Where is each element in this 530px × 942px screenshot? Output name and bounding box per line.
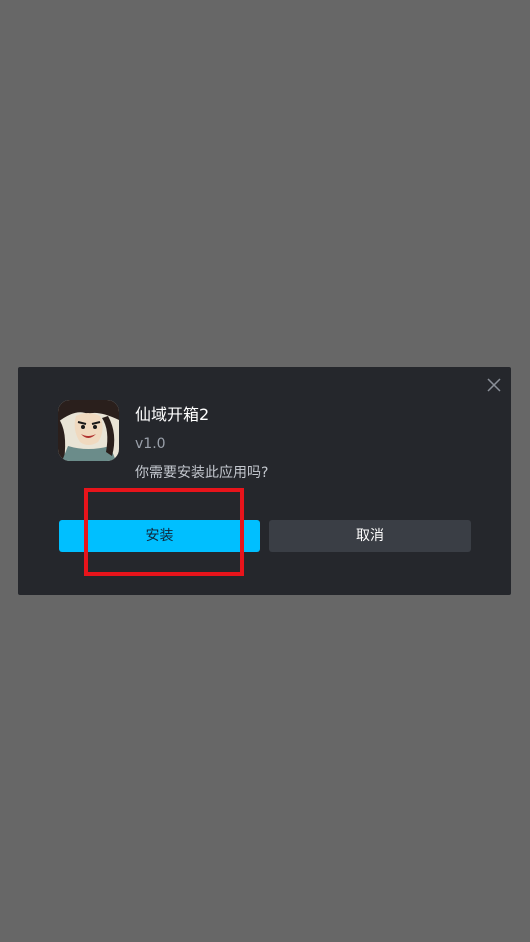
cancel-button[interactable]: 取消 (269, 520, 471, 552)
app-icon (58, 400, 119, 461)
close-icon[interactable] (487, 377, 501, 392)
app-version: v1.0 (135, 436, 166, 452)
install-prompt: 你需要安装此应用吗? (135, 465, 269, 481)
install-dialog: 仙域开箱2 v1.0 你需要安装此应用吗? 安装 取消 (18, 367, 511, 595)
app-name: 仙域开箱2 (135, 405, 210, 424)
install-button[interactable]: 安装 (59, 520, 260, 552)
